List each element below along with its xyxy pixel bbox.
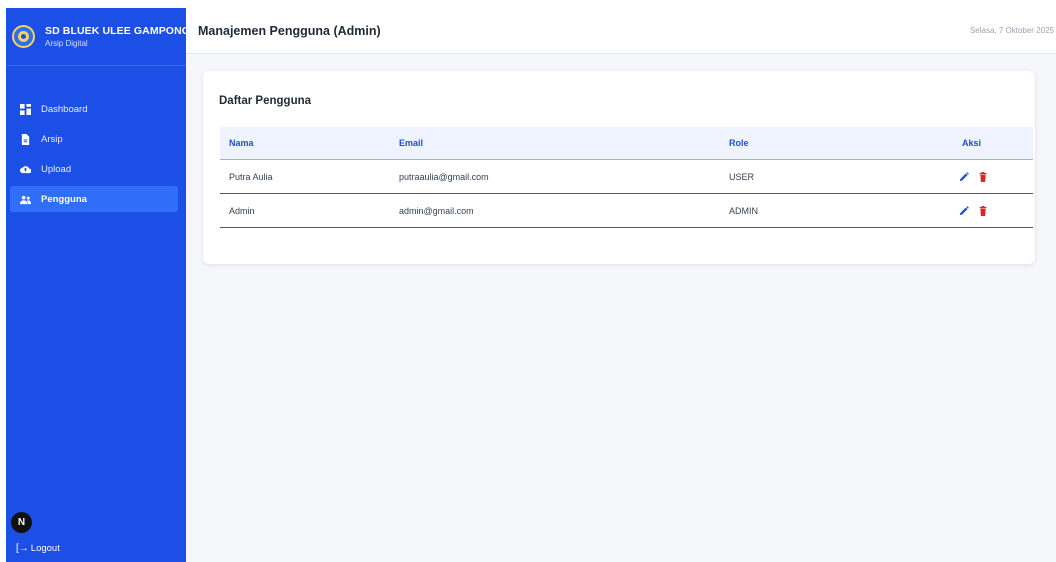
header-bar: Manajemen Pengguna (Admin) Selasa, 7 Okt… — [186, 8, 1056, 54]
sidebar-item-label: Upload — [41, 163, 72, 175]
brand: SD BLUEK ULEE GAMPONG Arsip Digital — [6, 8, 190, 66]
sidebar-item-pengguna[interactable]: Pengguna — [10, 186, 178, 212]
users-icon — [20, 194, 31, 205]
cell-aksi — [914, 171, 1033, 182]
dashboard-icon — [20, 103, 31, 115]
sidebar-item-label: Pengguna — [41, 193, 87, 205]
sidebar-item-upload[interactable]: Upload — [10, 156, 178, 182]
users-card: Daftar Pengguna Nama Email Role Aksi Put… — [203, 71, 1035, 264]
current-date: Selasa, 7 Oktober 2025 — [969, 26, 1054, 35]
page-title: Manajemen Pengguna (Admin) — [198, 23, 381, 38]
cell-email: admin@gmail.com — [399, 205, 474, 216]
card-title: Daftar Pengguna — [219, 95, 312, 107]
main-content: Daftar Pengguna Nama Email Role Aksi Put… — [186, 54, 1056, 562]
cell-role: USER — [729, 171, 755, 182]
column-header-email: Email — [399, 138, 424, 148]
column-header-aksi: Aksi — [961, 138, 981, 148]
cell-email: putraaulia@gmail.com — [399, 171, 489, 182]
sidebar-item-arsip[interactable]: Arsip — [10, 126, 178, 152]
sidebar-item-label: Arsip — [41, 133, 63, 145]
brand-subtitle: Arsip Digital — [45, 39, 88, 48]
column-header-nama: Nama — [229, 138, 254, 148]
cell-nama: Admin — [229, 205, 255, 216]
school-logo — [12, 25, 35, 48]
logout-label: Logout — [30, 543, 60, 554]
sidebar-item-dashboard[interactable]: Dashboard — [10, 96, 178, 122]
file-icon — [20, 133, 31, 145]
delete-icon[interactable] — [978, 171, 988, 182]
cloud-upload-icon — [20, 164, 31, 175]
cell-role: ADMIN — [729, 205, 758, 216]
logout-icon: [→ — [16, 543, 29, 554]
cell-aksi — [914, 205, 1033, 216]
table-row: Admin admin@gmail.com ADMIN — [220, 194, 1033, 228]
table-header: Nama Email Role Aksi — [220, 127, 1033, 160]
table-row: Putra Aulia putraaulia@gmail.com USER — [220, 160, 1033, 194]
cell-nama: Putra Aulia — [229, 171, 273, 182]
users-table: Nama Email Role Aksi Putra Aulia putraau… — [220, 127, 1033, 228]
column-header-role: Role — [729, 138, 749, 148]
edit-icon[interactable] — [959, 171, 969, 182]
brand-title: SD BLUEK ULEE GAMPONG — [45, 25, 191, 37]
logout-button[interactable]: [→ Logout — [16, 543, 60, 554]
sidebar: SD BLUEK ULEE GAMPONG Arsip Digital Dash… — [6, 8, 190, 562]
sidebar-nav: Dashboard Arsip Upload Pengguna — [6, 96, 186, 212]
dev-indicator-badge[interactable]: N — [11, 512, 32, 533]
delete-icon[interactable] — [978, 205, 988, 216]
sidebar-item-label: Dashboard — [41, 103, 88, 115]
edit-icon[interactable] — [959, 205, 969, 216]
